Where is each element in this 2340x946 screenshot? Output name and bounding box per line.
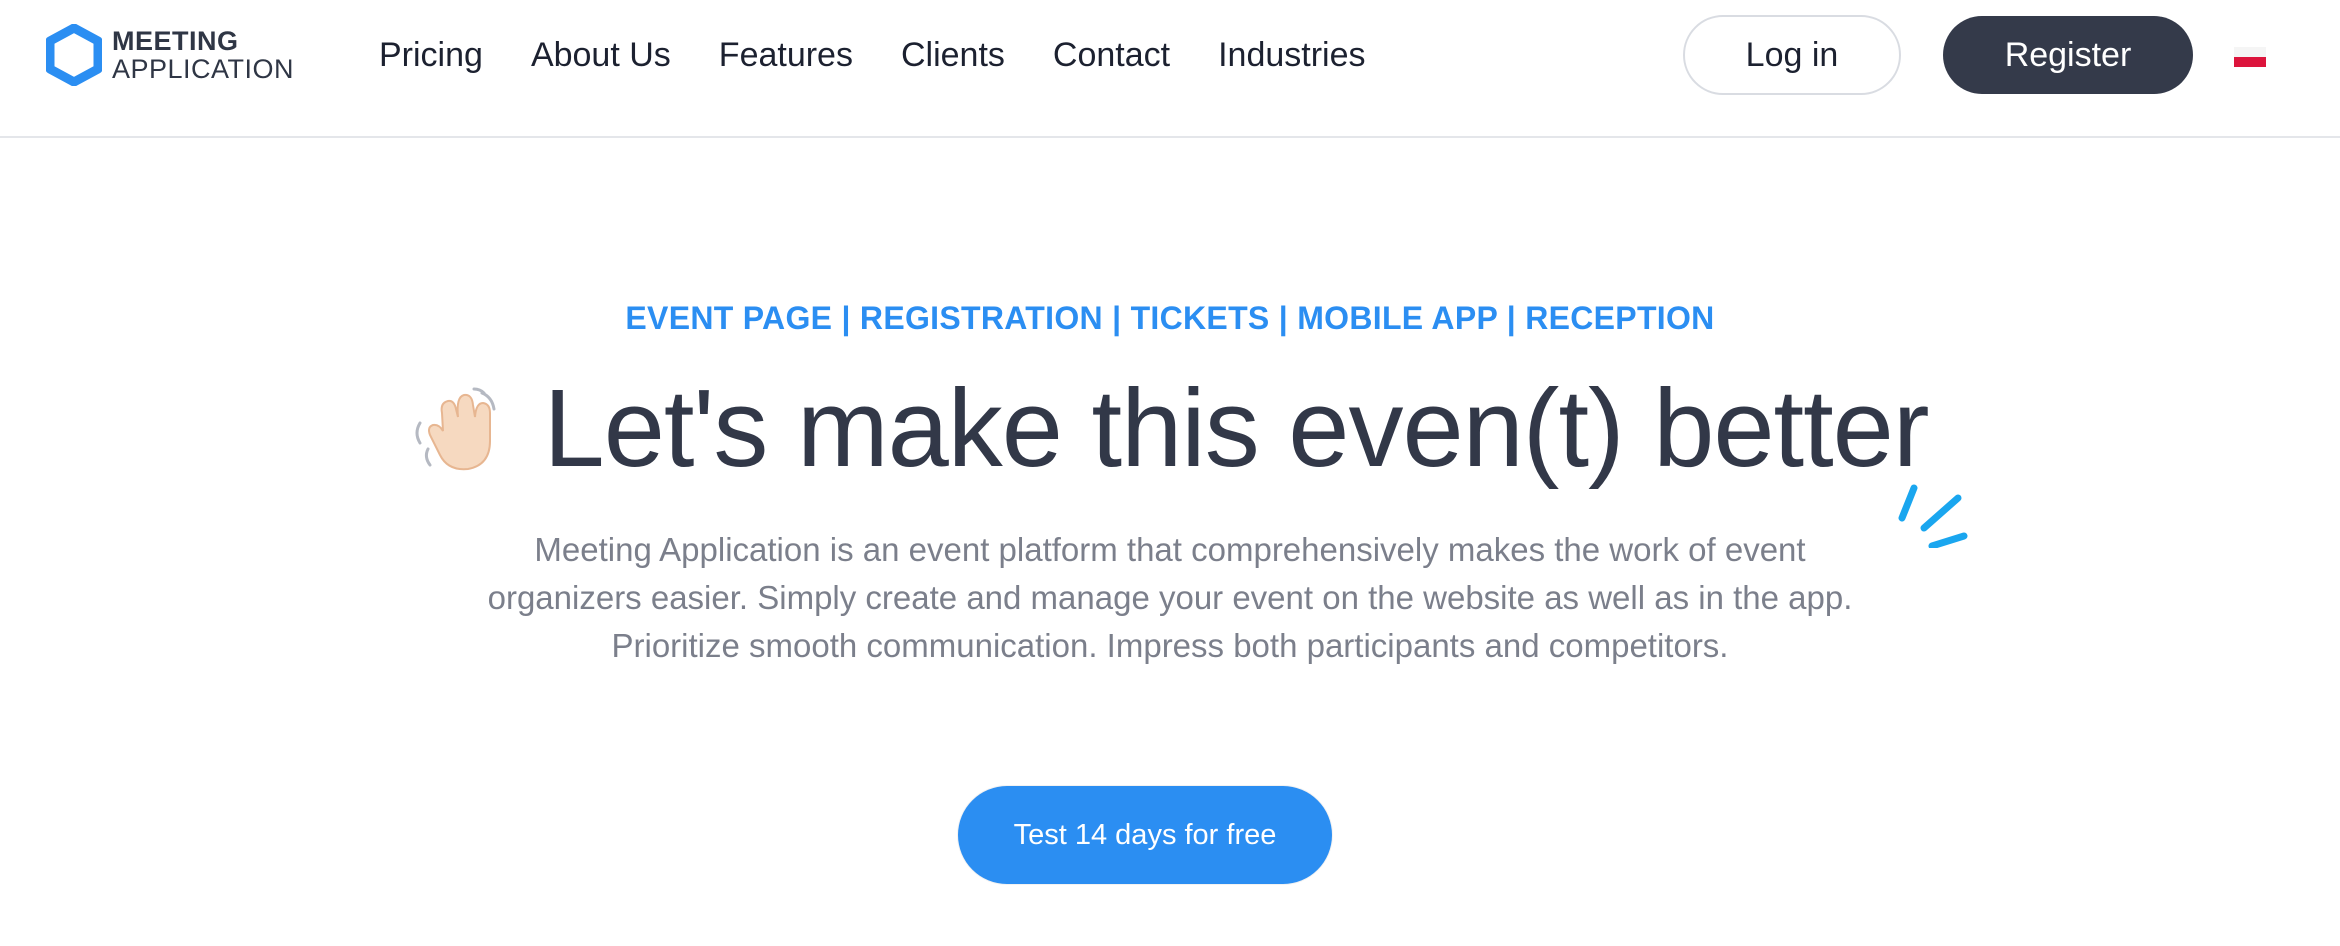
hero-tagline: EVENT PAGE | REGISTRATION | TICKETS | MO…	[625, 300, 1715, 336]
logo-wordmark: MEETING APPLICATION	[112, 25, 295, 84]
site-logo[interactable]: MEETING APPLICATION	[46, 24, 294, 86]
main-nav: Pricing About Us Features Clients Contac…	[379, 32, 1414, 78]
logo-line-1: MEETING	[112, 25, 239, 56]
hero-description: Meeting Application is an event platform…	[487, 531, 1853, 664]
register-button[interactable]: Register	[1943, 16, 2193, 94]
nav-item-clients[interactable]: Clients	[901, 32, 1005, 78]
hero-section: EVENT PAGE | REGISTRATION | TICKETS | MO…	[0, 138, 2340, 946]
nav-item-about-us[interactable]: About Us	[531, 32, 671, 78]
sparkle-lines-icon	[1898, 484, 1968, 548]
nav-item-features[interactable]: Features	[719, 32, 853, 78]
waving-hand-icon	[415, 387, 496, 471]
nav-item-industries[interactable]: Industries	[1218, 32, 1365, 78]
nav-item-pricing[interactable]: Pricing	[379, 32, 483, 78]
free-trial-button[interactable]: Test 14 days for free	[958, 786, 1332, 884]
hero-headline: Let's make this even(t) better	[543, 367, 1930, 490]
hexagon-logo-icon	[46, 24, 102, 86]
top-navigation-bar: MEETING APPLICATION Pricing About Us Fea…	[0, 0, 2340, 138]
flag-white-stripe	[2234, 47, 2266, 57]
flag-red-stripe	[2234, 57, 2266, 67]
logo-line-2: APPLICATION	[112, 53, 295, 84]
headline-row: Let's make this even(t) better	[0, 364, 2340, 494]
nav-item-contact[interactable]: Contact	[1053, 32, 1170, 78]
poland-flag-icon[interactable]	[2234, 47, 2266, 67]
login-button[interactable]: Log in	[1683, 15, 1901, 95]
